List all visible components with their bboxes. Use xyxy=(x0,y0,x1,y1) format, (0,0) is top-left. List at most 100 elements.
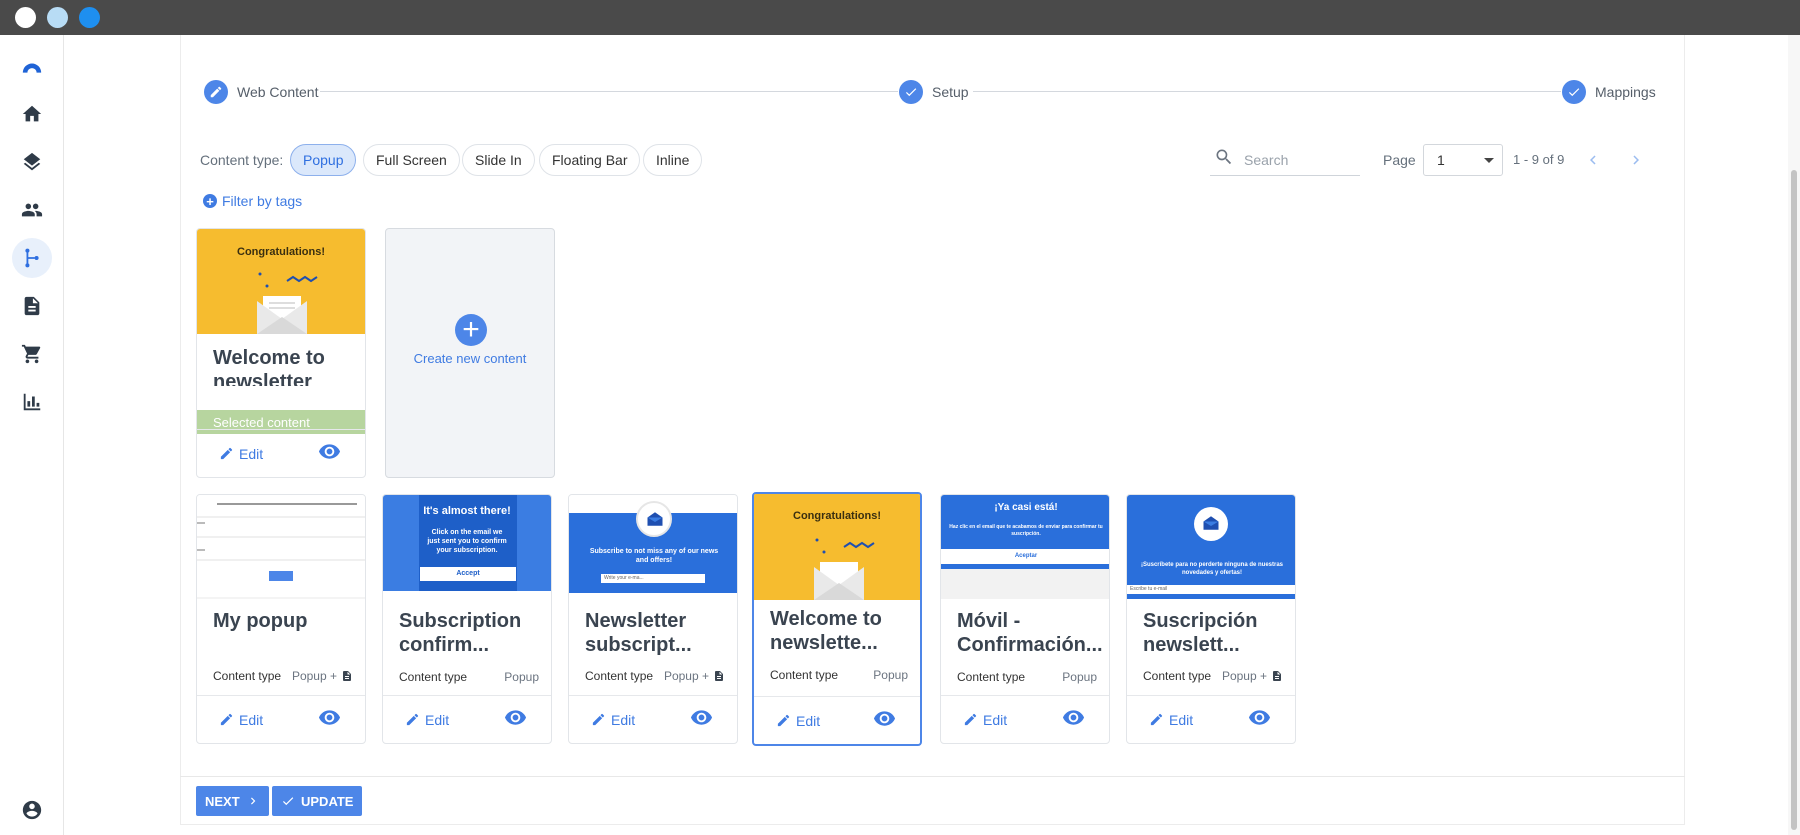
card-title: Newsletter subscript... xyxy=(585,610,692,656)
window-maximize-dot[interactable] xyxy=(79,7,100,28)
card-actions: Edit xyxy=(383,695,551,743)
step-web-content[interactable]: Web Content xyxy=(204,80,318,104)
search-input[interactable] xyxy=(1244,151,1344,168)
edit-button[interactable]: Edit xyxy=(405,712,449,728)
content-type-row: Content type Popup xyxy=(957,670,1097,684)
pencil-icon xyxy=(406,713,419,726)
content-type-row-label: Content type xyxy=(957,670,1026,684)
edit-button[interactable]: Edit xyxy=(219,712,263,728)
edit-label: Edit xyxy=(796,712,821,729)
content-card[interactable]: ¡Ya casi está! Haz clic en el email que … xyxy=(940,494,1110,744)
content-card[interactable]: Congratulations! Welcome to newslette...… xyxy=(752,492,922,746)
content-card[interactable]: Subscribe to not miss any of our news an… xyxy=(568,494,738,744)
content-type-row-value: Popup xyxy=(873,668,908,682)
content-type-row-value: Popup xyxy=(1062,670,1097,684)
pencil-icon xyxy=(220,447,233,460)
add-icon: + xyxy=(455,314,487,346)
step-mappings[interactable]: Mappings xyxy=(1562,80,1656,104)
card-thumbnail: ¡Ya casi está! Haz clic en el email que … xyxy=(941,495,1109,599)
card-thumbnail: ¡Suscríbete para no perderte ninguna de … xyxy=(1127,495,1295,599)
document-icon[interactable] xyxy=(12,286,52,326)
preview-button[interactable] xyxy=(1248,706,1271,734)
page-range: 1 - 9 of 9 xyxy=(1513,152,1565,167)
edit-button[interactable]: Edit xyxy=(776,713,820,729)
preview-button[interactable] xyxy=(504,706,527,734)
footer-divider xyxy=(180,776,1685,777)
edit-button[interactable]: Edit xyxy=(963,712,1007,728)
chip-full-screen[interactable]: Full Screen xyxy=(363,144,460,176)
content-type-label: Content type: xyxy=(200,152,284,168)
people-icon[interactable] xyxy=(12,190,52,230)
preview-button[interactable] xyxy=(318,706,341,734)
thumb-input: Write your e-ma... xyxy=(601,574,705,583)
flow-icon[interactable] xyxy=(12,238,52,278)
search-box xyxy=(1210,144,1360,176)
sidebar xyxy=(0,35,64,835)
thumb-body: Click on the email we just sent you to c… xyxy=(427,529,507,554)
step-setup[interactable]: Setup xyxy=(899,80,969,104)
envelope-illustration xyxy=(257,272,318,334)
content-card[interactable]: My popup Content type Popup + Edit xyxy=(196,494,366,744)
preview-button[interactable] xyxy=(690,706,713,734)
page-scrollbar[interactable] xyxy=(1788,35,1800,835)
cart-icon[interactable] xyxy=(12,334,52,374)
content-type-row-value: Popup xyxy=(504,670,539,684)
chip-floating-bar[interactable]: Floating Bar xyxy=(539,144,641,176)
edit-button[interactable]: Edit xyxy=(219,446,263,462)
content-card[interactable]: ¡Suscríbete para no perderte ninguna de … xyxy=(1126,494,1296,744)
search-icon xyxy=(1214,147,1234,172)
update-label: UPDATE xyxy=(301,793,354,809)
card-actions: Edit xyxy=(569,695,737,743)
step-label: Web Content xyxy=(237,84,319,100)
thumb-title: ¡Ya casi está! xyxy=(994,502,1058,513)
eye-icon xyxy=(690,709,713,725)
next-page-button[interactable] xyxy=(1624,148,1648,172)
content-card[interactable]: It's almost there! Click on the email we… xyxy=(382,494,552,744)
home-icon[interactable] xyxy=(12,94,52,134)
thumb-button: Accept xyxy=(420,567,516,581)
card-thumbnail: Congratulations! xyxy=(754,494,920,600)
create-new-content-card[interactable]: + Create new content xyxy=(385,228,555,478)
chip-inline[interactable]: Inline xyxy=(643,144,703,176)
card-title: Welcome to newslette... xyxy=(770,608,882,654)
filter-by-tags-link[interactable]: + Filter by tags xyxy=(203,193,302,209)
update-button[interactable]: UPDATE xyxy=(272,786,363,816)
edit-label: Edit xyxy=(611,711,636,728)
thumb-body: ¡Suscríbete para no perderte ninguna de … xyxy=(1140,562,1284,576)
chip-popup[interactable]: Popup xyxy=(290,144,357,176)
eye-icon xyxy=(504,709,527,725)
edit-label: Edit xyxy=(239,445,264,462)
edit-button[interactable]: Edit xyxy=(591,712,635,728)
content-type-row-label: Content type xyxy=(1143,669,1212,683)
card-actions: Edit xyxy=(754,696,920,744)
chip-slide-in[interactable]: Slide In xyxy=(462,144,535,176)
card-actions: Edit xyxy=(1127,695,1295,743)
account-icon[interactable] xyxy=(12,790,52,830)
next-button[interactable]: NEXT xyxy=(196,786,269,816)
bar-chart-icon[interactable] xyxy=(12,382,52,422)
content-type-row-label: Content type xyxy=(399,670,468,684)
logo-icon[interactable] xyxy=(12,49,52,89)
preview-button[interactable] xyxy=(1062,706,1085,734)
content-type-row-value: Popup + xyxy=(663,669,709,683)
preview-button[interactable] xyxy=(873,707,896,735)
edit-button[interactable]: Edit xyxy=(1149,712,1193,728)
prev-page-button[interactable] xyxy=(1581,148,1605,172)
step-label: Setup xyxy=(932,84,969,100)
window-close-dot[interactable] xyxy=(15,7,36,28)
document-icon xyxy=(1273,671,1281,681)
edit-label: Edit xyxy=(983,711,1008,728)
filter-by-tags-label: Filter by tags xyxy=(222,193,303,209)
window-minimize-dot[interactable] xyxy=(47,7,68,28)
add-circle-icon: + xyxy=(203,194,217,208)
layers-icon[interactable] xyxy=(12,142,52,182)
check-icon xyxy=(1562,80,1586,104)
thumb-body: Haz clic en el email que te acabamos de … xyxy=(949,524,1103,537)
pencil-icon xyxy=(964,713,977,726)
page-select[interactable]: 1 xyxy=(1423,144,1503,176)
envelope-illustration xyxy=(814,538,875,600)
preview-button[interactable] xyxy=(318,440,341,468)
selected-content-card[interactable]: Congratulations! Welcome to newsletter S… xyxy=(196,228,366,478)
eye-icon xyxy=(1248,709,1271,725)
check-icon xyxy=(899,80,923,104)
